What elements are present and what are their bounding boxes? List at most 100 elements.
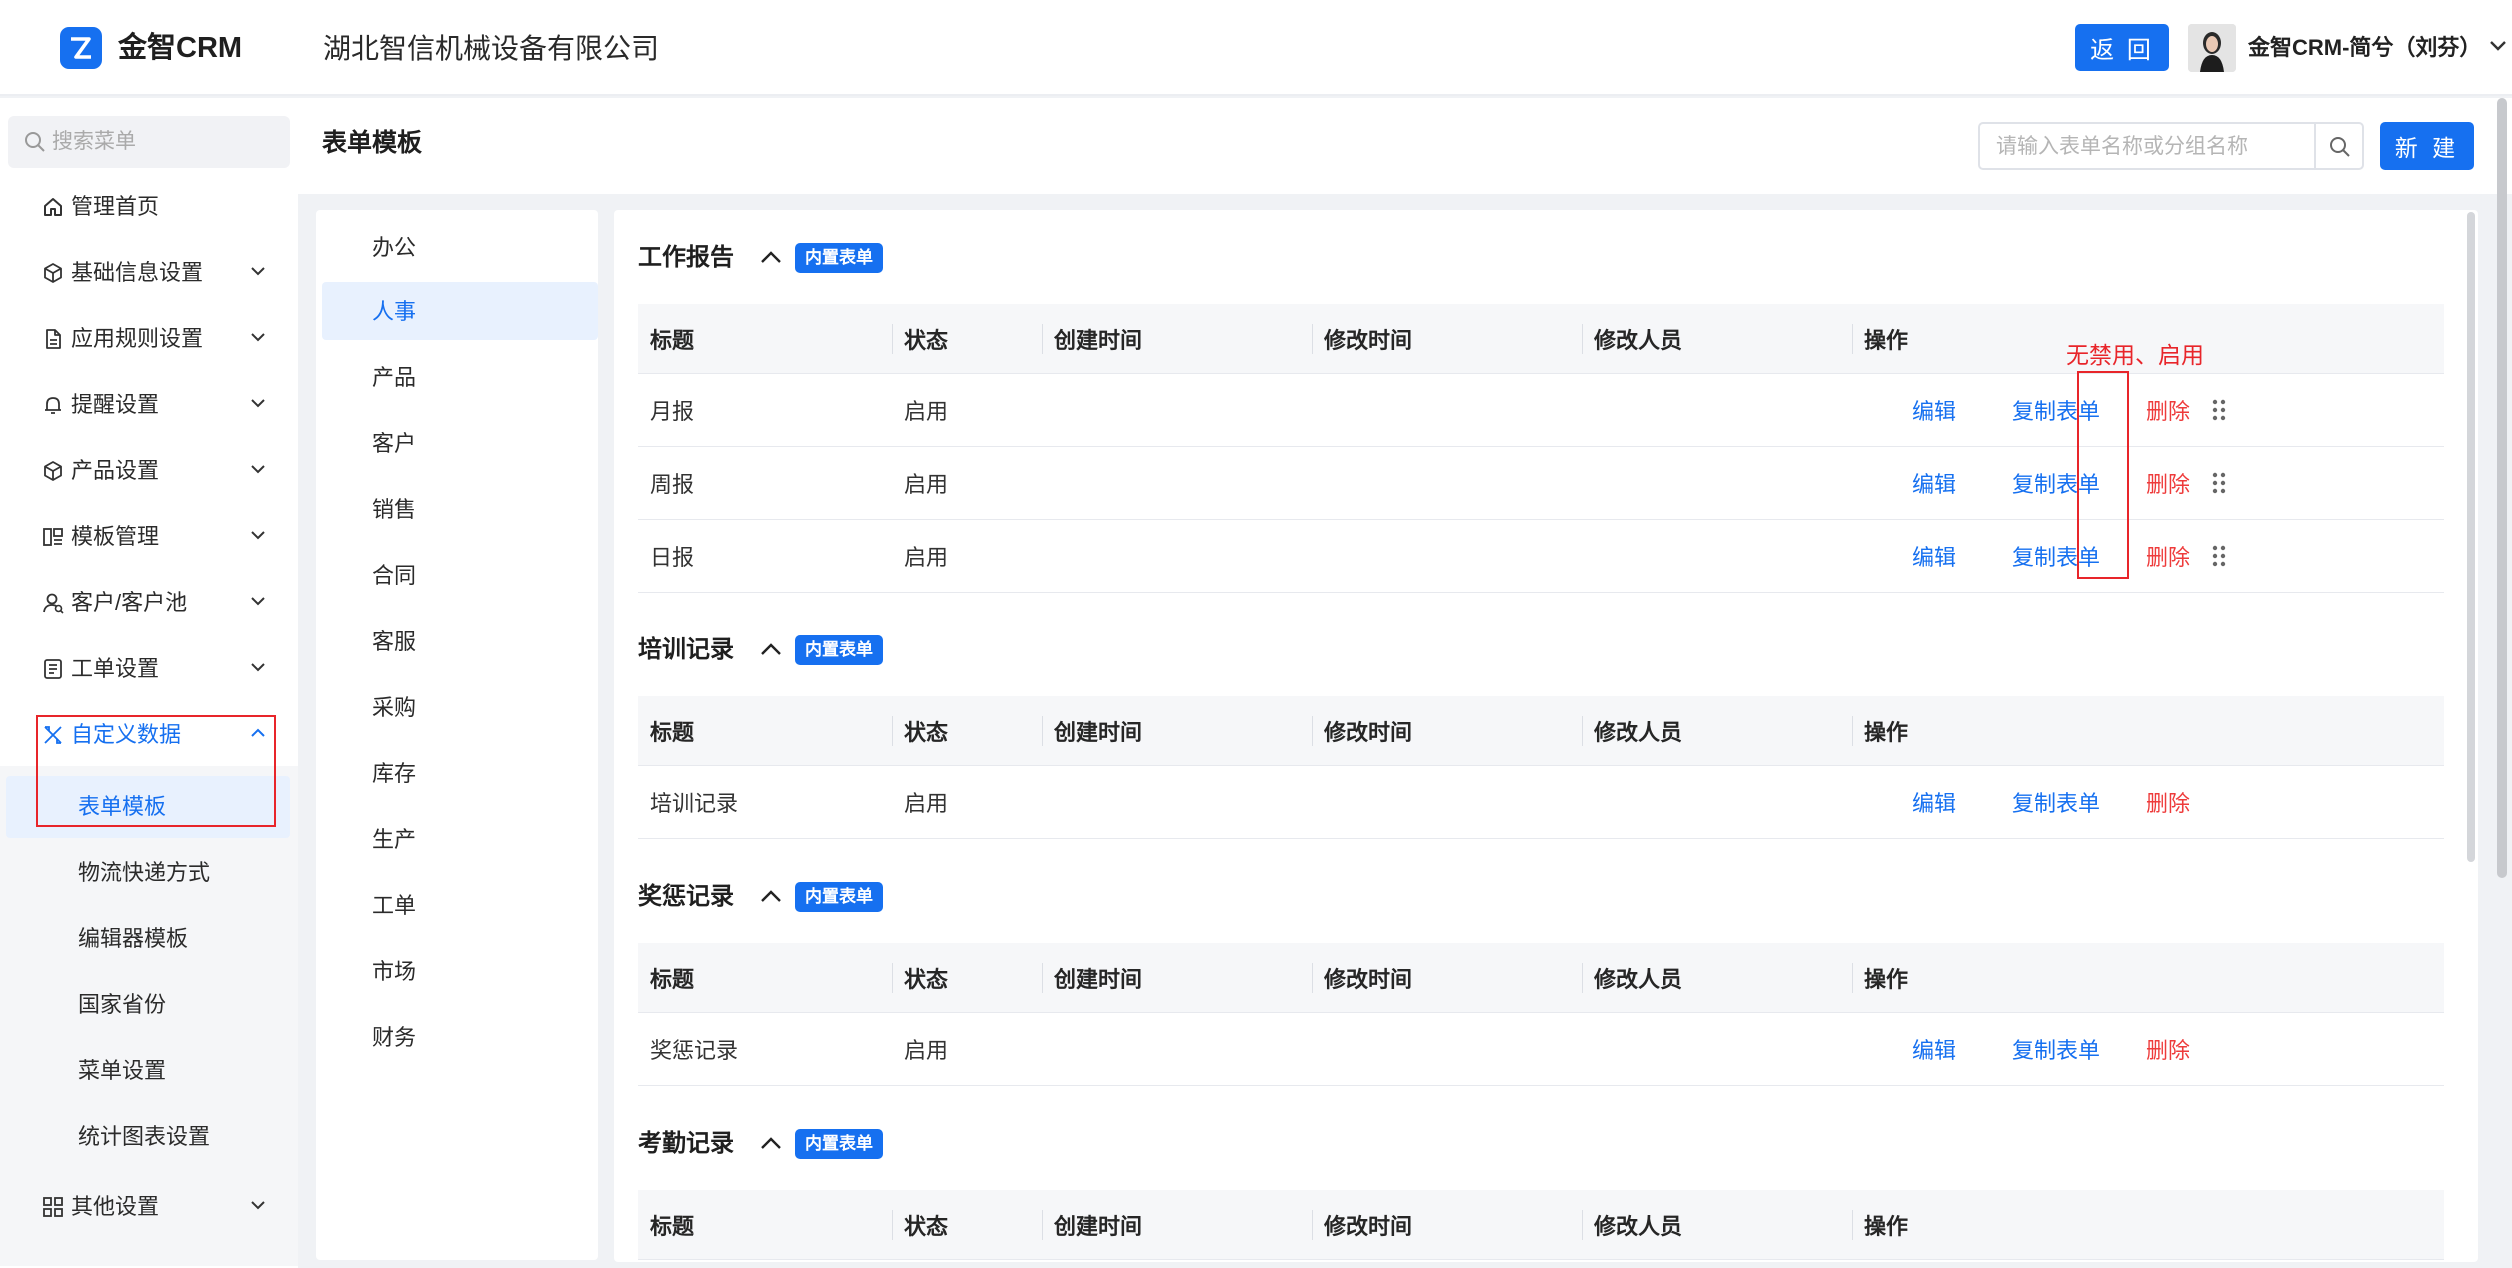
column-divider — [1042, 324, 1043, 354]
list-scrollbar[interactable] — [2467, 212, 2475, 862]
form-group-header: 培训记录 内置表单 — [638, 630, 2444, 670]
drag-handle-icon[interactable] — [2212, 374, 2226, 446]
delete-link[interactable]: 删除 — [2146, 1013, 2190, 1085]
column-divider — [892, 716, 893, 746]
copy-form-link[interactable]: 复制表单 — [2012, 766, 2100, 838]
category-item[interactable]: 办公 — [322, 218, 598, 276]
table-header: 标题 状态 创建时间 修改时间 修改人员 操作 — [638, 943, 2444, 1013]
column-header-created: 创建时间 — [1054, 966, 1143, 992]
sidebar-item-products[interactable]: 产品设置 — [0, 438, 298, 504]
column-header-modifier: 修改人员 — [1594, 1213, 1683, 1239]
chevron-up-icon[interactable] — [760, 642, 782, 656]
category-item[interactable]: 产品 — [322, 348, 598, 406]
user-name[interactable]: 金智CRM-简兮（刘芬） — [2248, 33, 2481, 63]
column-header-modifier: 修改人员 — [1594, 719, 1683, 745]
table-row: 月报 启用 编辑 复制表单 删除 — [638, 374, 2444, 447]
chevron-down-icon — [250, 332, 266, 342]
delete-link[interactable]: 删除 — [2146, 447, 2190, 519]
category-label: 产品 — [372, 365, 417, 390]
form-group-header: 奖惩记录 内置表单 — [638, 877, 2444, 917]
back-button[interactable]: 返 回 — [2075, 24, 2169, 71]
category-item[interactable]: 库存 — [322, 744, 598, 802]
sidebar-item-basic-info[interactable]: 基础信息设置 — [0, 240, 298, 306]
column-header-title: 标题 — [650, 327, 695, 353]
edit-link[interactable]: 编辑 — [1912, 447, 1956, 519]
sidebar-item-label: 工单设置 — [71, 656, 160, 681]
row-title: 日报 — [650, 545, 695, 570]
chevron-up-icon[interactable] — [760, 889, 782, 903]
category-list: 办公 人事 产品 客户 销售 合同 客服 采购 库存 生产 工单 市场 财务 — [316, 210, 598, 1260]
sidebar-item-customers[interactable]: 客户/客户池 — [0, 570, 298, 636]
sidebar-item-label: 应用规则设置 — [71, 326, 204, 351]
company-name: 湖北智信机械设备有限公司 — [323, 33, 660, 64]
row-status: 启用 — [904, 399, 949, 424]
chevron-down-icon — [250, 398, 266, 408]
cube-icon — [42, 262, 64, 284]
edit-link[interactable]: 编辑 — [1912, 520, 1956, 592]
category-item[interactable]: 销售 — [322, 480, 598, 538]
new-form-button[interactable]: 新 建 — [2380, 122, 2474, 170]
column-divider — [1042, 716, 1043, 746]
copy-form-link[interactable]: 复制表单 — [2012, 1013, 2100, 1085]
sidebar-item-other-settings[interactable]: 其他设置 — [0, 1174, 298, 1240]
form-group-title: 考勤记录 — [638, 1130, 734, 1157]
sidebar-item-templates[interactable]: 模板管理 — [0, 504, 298, 570]
sidebar-item-app-rules[interactable]: 应用规则设置 — [0, 306, 298, 372]
category-item-active[interactable]: 人事 — [322, 282, 598, 340]
sidebar-item-work-orders[interactable]: 工单设置 — [0, 636, 298, 702]
table-header: 标题 状态 创建时间 修改时间 修改人员 操作 — [638, 1190, 2444, 1260]
sidebar-item-home[interactable]: 管理首页 — [0, 174, 298, 240]
category-item[interactable]: 客户 — [322, 414, 598, 472]
column-header-ops: 操作 — [1864, 327, 1909, 353]
sidebar-subitem-editor-templates[interactable]: 编辑器模板 — [0, 908, 298, 970]
edit-link[interactable]: 编辑 — [1912, 1013, 1956, 1085]
sidebar-subitem-menu-settings[interactable]: 菜单设置 — [0, 1040, 298, 1102]
chevron-down-icon[interactable] — [2489, 40, 2507, 52]
form-search-input[interactable] — [1996, 132, 2296, 162]
annotation-box — [2077, 371, 2129, 579]
sidebar-item-label: 基础信息设置 — [71, 260, 204, 285]
form-search-button[interactable] — [2314, 122, 2364, 170]
drag-handle-icon[interactable] — [2212, 447, 2226, 519]
delete-link[interactable]: 删除 — [2146, 374, 2190, 446]
category-item[interactable]: 客服 — [322, 612, 598, 670]
sidebar-item-reminders[interactable]: 提醒设置 — [0, 372, 298, 438]
form-group-header: 工作报告 内置表单 — [638, 238, 2444, 278]
drag-handle-icon[interactable] — [2212, 520, 2226, 592]
menu-search-input[interactable] — [52, 125, 277, 159]
brand-logo-icon — [60, 27, 102, 69]
column-divider — [1312, 716, 1313, 746]
category-item[interactable]: 生产 — [322, 810, 598, 868]
edit-link[interactable]: 编辑 — [1912, 374, 1956, 446]
form-table: 标题 状态 创建时间 修改时间 修改人员 操作 培训记录 启用 编辑 复制表单 — [638, 696, 2444, 839]
column-divider — [1582, 963, 1583, 993]
chevron-up-icon[interactable] — [760, 1136, 782, 1150]
sidebar-subitem-label: 统计图表设置 — [78, 1124, 211, 1149]
category-item[interactable]: 市场 — [322, 942, 598, 1000]
form-group-title: 培训记录 — [638, 636, 734, 663]
table-row: 培训记录 启用 编辑 复制表单 删除 — [638, 766, 2444, 839]
column-header-status: 状态 — [904, 966, 949, 992]
category-label: 客户 — [372, 431, 417, 456]
category-item[interactable]: 合同 — [322, 546, 598, 604]
edit-link[interactable]: 编辑 — [1912, 766, 1956, 838]
sidebar-item-label: 其他设置 — [71, 1194, 160, 1219]
brand-name: 金智CRM — [118, 32, 243, 64]
chevron-up-icon[interactable] — [760, 250, 782, 264]
sidebar-subitem-logistics[interactable]: 物流快递方式 — [0, 842, 298, 904]
avatar[interactable] — [2188, 24, 2236, 72]
category-item[interactable]: 财务 — [322, 1008, 598, 1066]
page-scrollbar[interactable] — [2497, 98, 2507, 878]
column-header-ops: 操作 — [1864, 966, 1909, 992]
sidebar-subitem-chart-settings[interactable]: 统计图表设置 — [0, 1106, 298, 1168]
delete-link[interactable]: 删除 — [2146, 520, 2190, 592]
bell-icon — [42, 394, 64, 416]
sidebar-item-label: 产品设置 — [71, 458, 160, 483]
sidebar-subitem-label: 国家省份 — [78, 992, 167, 1017]
delete-link[interactable]: 删除 — [2146, 766, 2190, 838]
built-in-badge: 内置表单 — [795, 635, 883, 665]
sidebar-subitem-countries[interactable]: 国家省份 — [0, 974, 298, 1036]
category-item[interactable]: 采购 — [322, 678, 598, 736]
category-item[interactable]: 工单 — [322, 876, 598, 934]
column-header-status: 状态 — [904, 719, 949, 745]
